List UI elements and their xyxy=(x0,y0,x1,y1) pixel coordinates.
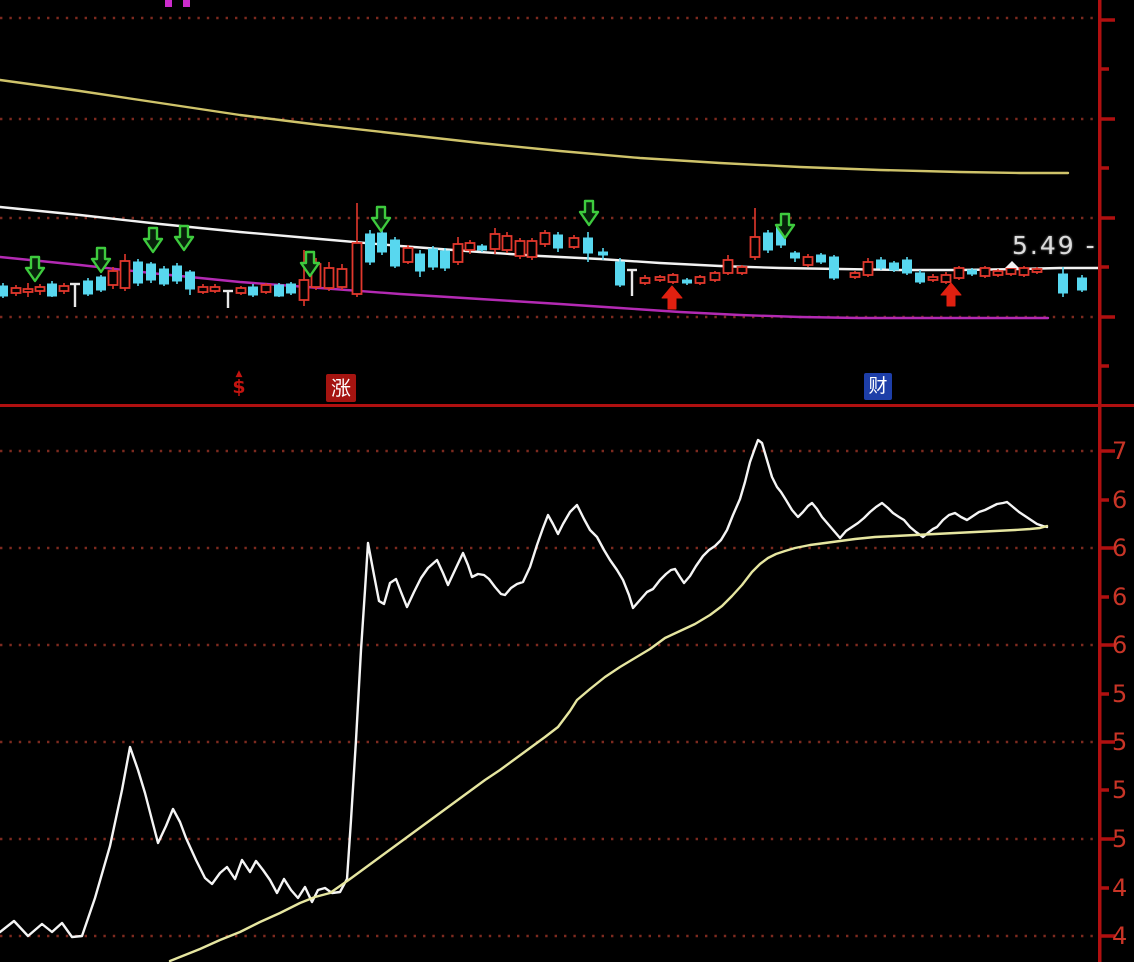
last-price-label: 5.49 - xyxy=(1012,231,1097,260)
zhang-event-badge[interactable]: 涨 xyxy=(326,374,356,402)
kline-panel[interactable] xyxy=(0,0,1134,404)
money-event-marker[interactable]: ▲ $ xyxy=(228,370,250,404)
cai-event-badge[interactable]: 财 xyxy=(864,373,892,400)
indicator-panel[interactable] xyxy=(0,407,1134,962)
tdx-stock-chart: 76666555544 5.49 - ▲ $ 涨 财 xyxy=(0,0,1134,962)
money-marker-symbol: $ xyxy=(232,376,246,398)
